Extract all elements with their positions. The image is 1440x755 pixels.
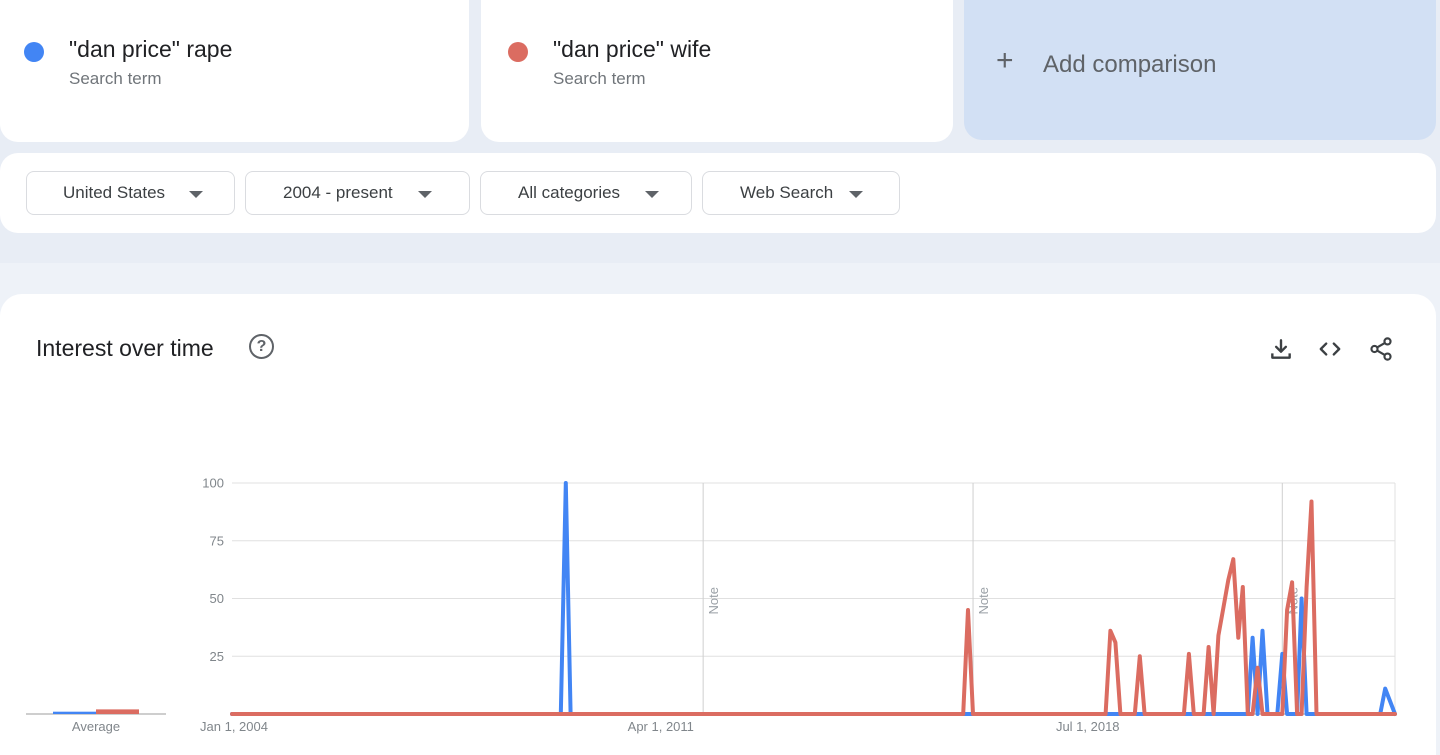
series-line-wife <box>230 499 1397 716</box>
x-tick-label: Jul 1, 2018 <box>1056 719 1120 734</box>
average-label: Average <box>72 719 120 734</box>
x-tick-label: Apr 1, 2011 <box>628 719 694 734</box>
average-bar <box>96 709 139 714</box>
y-tick-label: 100 <box>202 476 224 491</box>
y-tick-label: 25 <box>210 649 224 664</box>
interest-over-time-chart: 100755025Note Note NoteJan 1, 2004 Apr 1, 2… <box>26 476 1397 734</box>
average-bar <box>53 711 96 714</box>
note-marker-label: Note <box>976 587 991 614</box>
y-tick-label: 75 <box>210 533 224 548</box>
note-marker-label: Note <box>706 587 721 614</box>
x-tick-label: Jan 1, 2004 <box>200 719 268 734</box>
y-tick-label: 50 <box>210 591 224 606</box>
